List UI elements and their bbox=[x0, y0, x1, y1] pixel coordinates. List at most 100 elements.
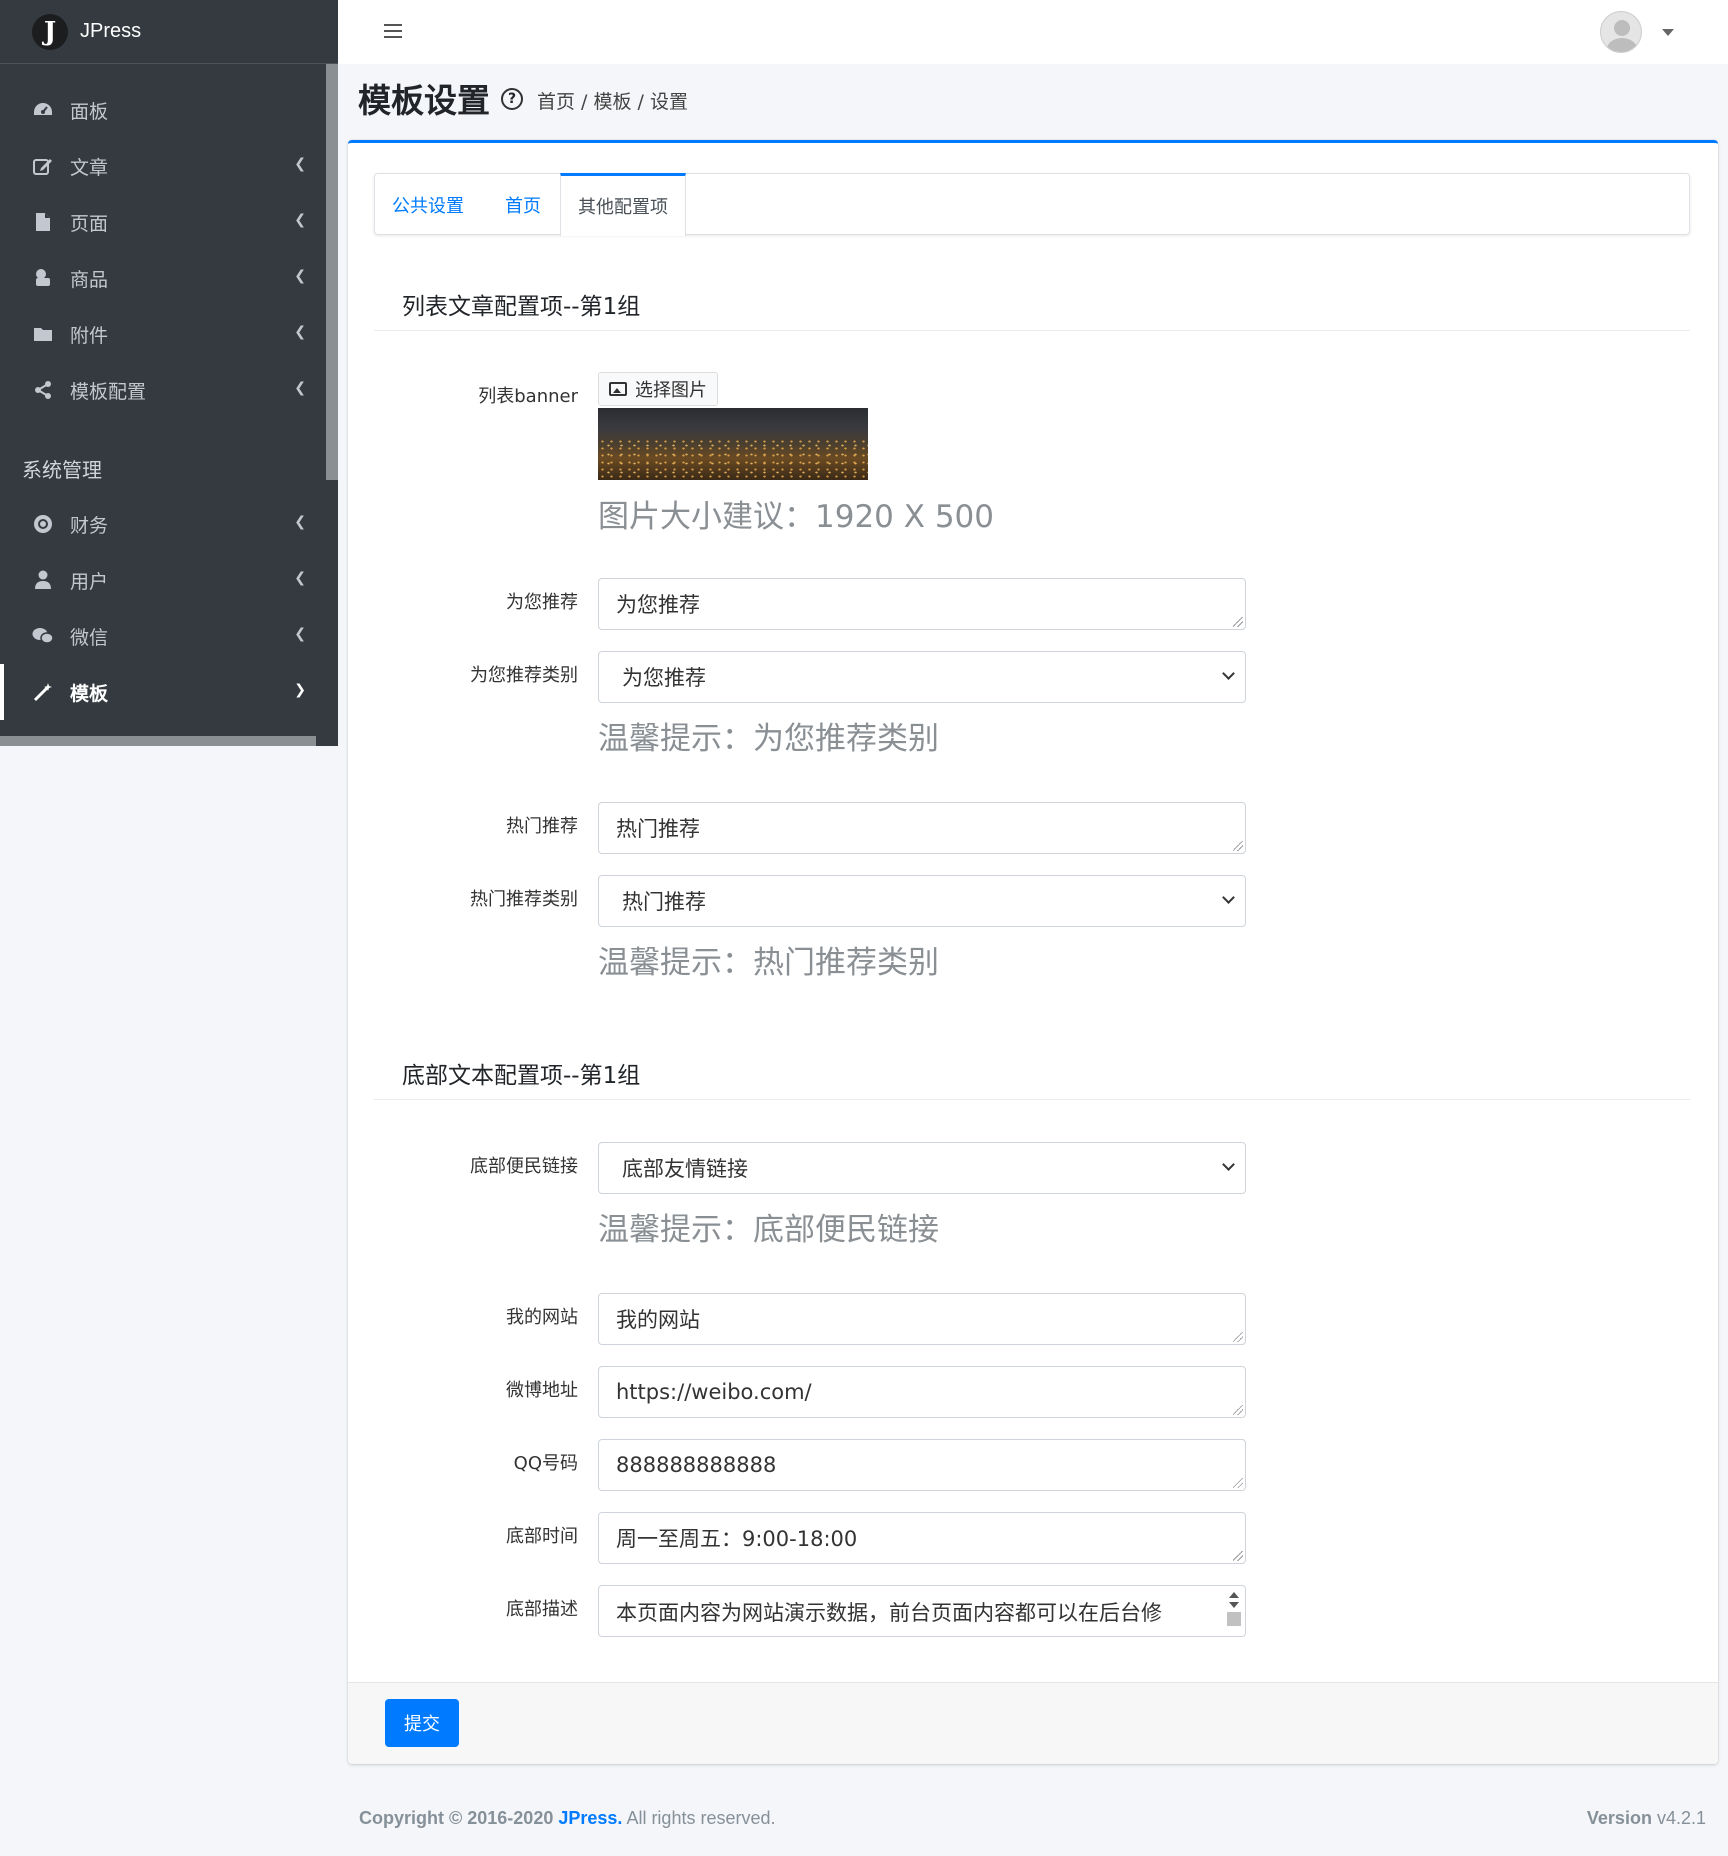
copyright: Copyright © 2016-2020 JPress. All rights… bbox=[359, 1808, 776, 1829]
tab-common-settings[interactable]: 公共设置 bbox=[392, 174, 464, 236]
footer-desc-value: 本页面内容为网站演示数据，前台页面内容都可以在后台修 bbox=[616, 1601, 1162, 1625]
footer-time-value: 周一至周五：9:00-18:00 bbox=[616, 1527, 858, 1551]
breadcrumb[interactable]: 首页 / 模板 / 设置 bbox=[537, 87, 688, 114]
banner-label: 列表banner bbox=[478, 386, 578, 407]
card-footer: 提交 bbox=[348, 1682, 1718, 1764]
sidebar-item-users[interactable]: 用户 ❮ bbox=[0, 552, 326, 608]
hot-input-value: 热门推荐 bbox=[616, 817, 700, 841]
brand[interactable]: J JPress bbox=[0, 0, 338, 64]
sidebar-item-finance[interactable]: 财务 ❮ bbox=[0, 496, 326, 552]
section-divider bbox=[374, 330, 1690, 331]
copyright-rights: All rights reserved. bbox=[626, 1808, 776, 1828]
chevron-left-icon: ❮ bbox=[294, 156, 306, 172]
edit-icon bbox=[32, 155, 54, 177]
recommend-category-select[interactable]: 为您推荐 bbox=[598, 651, 1246, 703]
chevron-down-icon: ❯ bbox=[294, 682, 306, 698]
hot-input[interactable]: 热门推荐 bbox=[598, 802, 1246, 854]
select-image-label: 选择图片 bbox=[635, 380, 707, 401]
sidebar-item-label: 面板 bbox=[70, 100, 109, 123]
sidebar-item-label: 模板配置 bbox=[70, 380, 147, 403]
copyright-brand-link[interactable]: JPress. bbox=[558, 1808, 622, 1828]
textarea-scrollbar[interactable] bbox=[1227, 1590, 1241, 1628]
chevron-left-icon: ❮ bbox=[294, 324, 306, 340]
weibo-value: https://weibo.com/ bbox=[616, 1380, 812, 1404]
magic-icon bbox=[32, 681, 54, 703]
version-number: v4.2.1 bbox=[1656, 1808, 1706, 1828]
help-icon[interactable]: ? bbox=[501, 88, 523, 110]
sidebar-item-articles[interactable]: 文章 ❮ bbox=[0, 138, 326, 194]
chevron-left-icon: ❮ bbox=[294, 212, 306, 228]
sidebar-horizontal-scrollbar[interactable] bbox=[0, 736, 316, 746]
sidebar-item-wechat[interactable]: 微信 ❮ bbox=[0, 608, 326, 664]
resize-grip-icon[interactable] bbox=[1233, 1478, 1243, 1488]
scroll-up-icon bbox=[1229, 1592, 1239, 1598]
product-icon bbox=[32, 267, 54, 289]
resize-grip-icon[interactable] bbox=[1233, 1332, 1243, 1342]
recommend-input[interactable]: 为您推荐 bbox=[598, 578, 1246, 630]
hot-category-value: 热门推荐 bbox=[622, 890, 706, 914]
finance-icon bbox=[32, 513, 54, 535]
share-icon bbox=[32, 379, 54, 401]
my-site-value: 我的网站 bbox=[616, 1308, 700, 1332]
qq-value: 888888888888 bbox=[616, 1453, 777, 1477]
file-icon bbox=[32, 211, 54, 233]
tab-bar: 公共设置 首页 其他配置项 bbox=[374, 173, 1690, 236]
recommend-label: 为您推荐 bbox=[506, 592, 578, 613]
section-divider bbox=[374, 1099, 1690, 1100]
sidebar-item-products[interactable]: 商品 ❮ bbox=[0, 250, 326, 306]
folder-icon bbox=[32, 323, 54, 345]
resize-grip-icon[interactable] bbox=[1233, 841, 1243, 851]
sidebar-item-attachments[interactable]: 附件 ❮ bbox=[0, 306, 326, 362]
sidebar-nav: 面板 文章 ❮ 页面 ❮ 商品 ❮ 附件 ❮ 模板配置 ❮ 系统管理 财务 ❮ … bbox=[0, 82, 326, 720]
sidebar-item-pages[interactable]: 页面 ❮ bbox=[0, 194, 326, 250]
chevron-down-icon bbox=[1222, 667, 1235, 680]
resize-grip-icon[interactable] bbox=[1233, 1551, 1243, 1561]
submit-button[interactable]: 提交 bbox=[385, 1699, 459, 1747]
sidebar-item-label: 模板 bbox=[70, 682, 109, 705]
footer-time-label: 底部时间 bbox=[506, 1526, 578, 1547]
recommend-input-value: 为您推荐 bbox=[616, 593, 700, 617]
weibo-label: 微博地址 bbox=[506, 1380, 578, 1401]
sidebar-scrollbar[interactable] bbox=[326, 64, 338, 480]
sidebar-item-label: 文章 bbox=[70, 156, 109, 179]
sidebar-item-template[interactable]: 模板 ❯ bbox=[0, 664, 326, 720]
footer-links-label: 底部便民链接 bbox=[470, 1156, 578, 1177]
sidebar-item-label: 商品 bbox=[70, 268, 109, 291]
footer-links-select[interactable]: 底部友情链接 bbox=[598, 1142, 1246, 1194]
section-title-list: 列表文章配置项--第1组 bbox=[402, 294, 641, 320]
tab-other-config[interactable]: 其他配置项 bbox=[560, 173, 686, 236]
sidebar-item-dashboard[interactable]: 面板 bbox=[0, 82, 326, 138]
my-site-input[interactable]: 我的网站 bbox=[598, 1293, 1246, 1345]
hot-label: 热门推荐 bbox=[506, 816, 578, 837]
banner-preview-image[interactable] bbox=[598, 408, 868, 480]
sidebar-item-label: 财务 bbox=[70, 514, 109, 537]
sidebar-item-label: 页面 bbox=[70, 212, 109, 235]
sidebar-section-header: 系统管理 bbox=[22, 457, 102, 482]
brand-logo: J bbox=[32, 13, 68, 50]
scroll-thumb bbox=[1227, 1612, 1241, 1626]
topbar bbox=[338, 0, 1728, 64]
settings-card: 公共设置 首页 其他配置项 列表文章配置项--第1组 列表banner 选择图片… bbox=[348, 140, 1718, 1764]
sidebar-item-label: 用户 bbox=[70, 570, 109, 593]
tab-home[interactable]: 首页 bbox=[505, 174, 541, 236]
avatar[interactable] bbox=[1600, 11, 1642, 53]
hot-category-select[interactable]: 热门推荐 bbox=[598, 875, 1246, 927]
select-image-button[interactable]: 选择图片 bbox=[598, 372, 718, 406]
sidebar-item-template-config[interactable]: 模板配置 ❮ bbox=[0, 362, 326, 418]
recommend-category-hint: 温馨提示：为您推荐类别 bbox=[598, 721, 939, 757]
hot-category-hint: 温馨提示：热门推荐类别 bbox=[598, 945, 939, 981]
qq-label: QQ号码 bbox=[513, 1453, 578, 1474]
resize-grip-icon[interactable] bbox=[1233, 617, 1243, 627]
user-dropdown-caret-icon[interactable] bbox=[1662, 29, 1674, 36]
footer-desc-textarea[interactable]: 本页面内容为网站演示数据，前台页面内容都可以在后台修 bbox=[598, 1585, 1246, 1637]
menu-toggle-icon[interactable] bbox=[384, 24, 402, 40]
sidebar: J JPress 面板 文章 ❮ 页面 ❮ 商品 ❮ 附件 ❮ 模板配置 ❮ 系… bbox=[0, 0, 338, 746]
banner-size-hint: 图片大小建议：1920 X 500 bbox=[598, 499, 995, 535]
chevron-down-icon bbox=[1222, 1158, 1235, 1171]
resize-grip-icon[interactable] bbox=[1233, 1405, 1243, 1415]
dashboard-icon bbox=[32, 99, 54, 121]
weibo-input[interactable]: https://weibo.com/ bbox=[598, 1366, 1246, 1418]
qq-input[interactable]: 888888888888 bbox=[598, 1439, 1246, 1491]
footer-time-input[interactable]: 周一至周五：9:00-18:00 bbox=[598, 1512, 1246, 1564]
scroll-down-icon bbox=[1229, 1602, 1239, 1608]
